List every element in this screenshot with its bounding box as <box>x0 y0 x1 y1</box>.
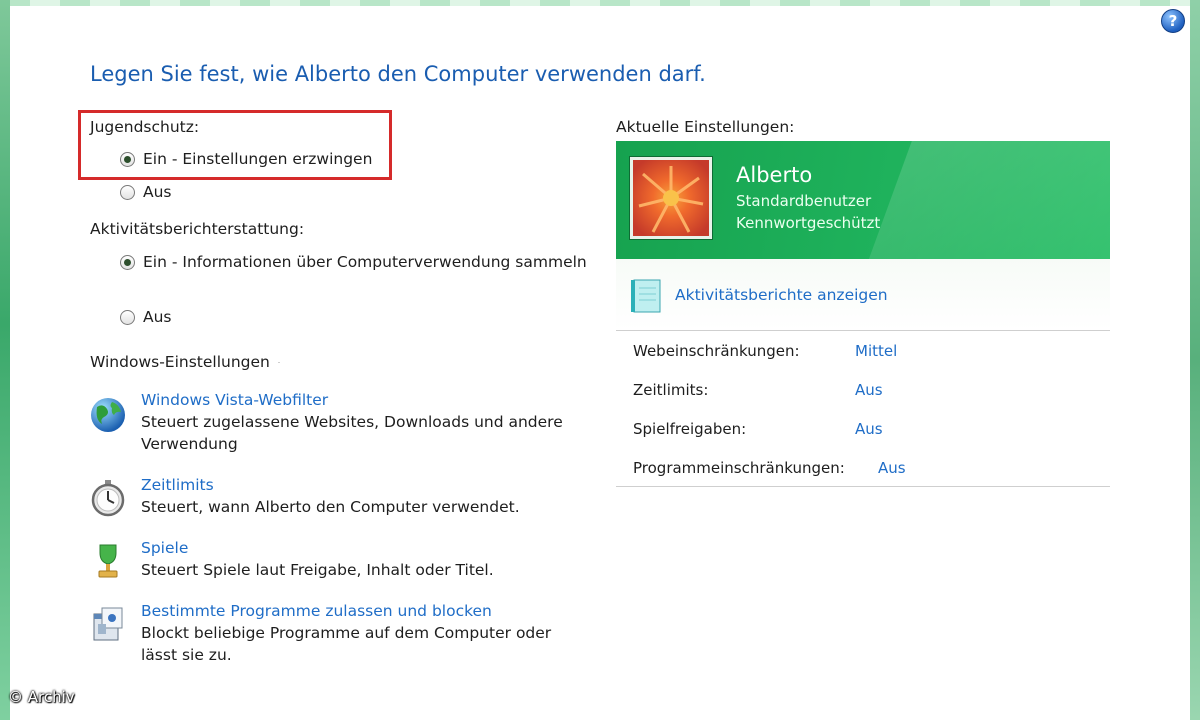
copyright-watermark: © Archiv <box>8 688 75 706</box>
view-activity-reports-link[interactable]: Aktivitätsberichte anzeigen <box>675 286 888 304</box>
program-restrictions-value-link[interactable]: Aus <box>878 459 906 477</box>
task-programs: Bestimmte Programme zulassen und blocken… <box>88 600 588 666</box>
task-webfilter: Windows Vista-Webfilter Steuert zugelass… <box>88 389 588 455</box>
user-account-type: Standardbenutzer <box>736 192 872 210</box>
stopwatch-icon <box>91 480 125 517</box>
report-notebook-icon <box>631 279 661 313</box>
setting-row-games: Spielfreigaben: Aus <box>616 409 1110 448</box>
current-settings-label: Aktuelle Einstellungen: <box>616 118 795 136</box>
help-icon[interactable]: ? <box>1161 9 1185 33</box>
game-ratings-value-link[interactable]: Aus <box>855 420 883 438</box>
radio-unchecked-icon[interactable] <box>120 184 135 200</box>
setting-key: Zeitlimits: <box>633 381 709 399</box>
programs-link[interactable]: Bestimmte Programme zulassen und blocken <box>141 600 588 622</box>
timelimits-link[interactable]: Zeitlimits <box>141 474 520 496</box>
webfilter-link[interactable]: Windows Vista-Webfilter <box>141 389 588 411</box>
radio-unchecked-icon[interactable] <box>120 309 135 325</box>
radio-label: Aus <box>143 183 172 201</box>
user-password-status: Kennwortgeschützt <box>736 214 881 232</box>
programs-description: Blockt beliebige Programme auf dem Compu… <box>141 624 552 664</box>
windows-settings-heading-text: Windows-Einstellungen <box>90 353 270 371</box>
window-frame-right <box>1190 0 1200 720</box>
web-restrictions-value-link[interactable]: Mittel <box>855 342 897 360</box>
activity-reports-row: Aktivitätsberichte anzeigen <box>616 259 1110 331</box>
activity-off-radio[interactable]: Aus <box>120 308 172 326</box>
highlight-frame <box>78 110 392 180</box>
time-limits-value-link[interactable]: Aus <box>855 381 883 399</box>
window-frame-left <box>0 0 10 720</box>
settings-divider <box>616 486 1110 487</box>
setting-key: Programmeinschränkungen: <box>633 459 845 477</box>
setting-key: Spielfreigaben: <box>633 420 747 438</box>
trophy-icon <box>98 544 118 578</box>
user-name: Alberto <box>736 163 813 187</box>
setting-key: Webeinschränkungen: <box>633 342 800 360</box>
radio-label: Aus <box>143 308 172 326</box>
task-games: Spiele Steuert Spiele laut Freigabe, Inh… <box>88 537 588 581</box>
user-card: Alberto Standardbenutzer Kennwortgeschüt… <box>616 141 1110 259</box>
setting-row-programs: Programmeinschränkungen: Aus <box>616 448 1110 487</box>
window-frame-top <box>0 0 1200 6</box>
setting-row-web: Webeinschränkungen: Mittel <box>616 331 1110 370</box>
card-sheen <box>846 141 1110 259</box>
games-link[interactable]: Spiele <box>141 537 494 559</box>
games-description: Steuert Spiele laut Freigabe, Inhalt ode… <box>141 561 494 579</box>
heading-divider <box>277 361 280 363</box>
radio-checked-icon[interactable] <box>120 254 135 270</box>
globe-icon <box>91 398 125 432</box>
radio-label: Ein - Informationen über Computerverwend… <box>143 253 587 271</box>
page-title: Legen Sie fest, wie Alberto den Computer… <box>90 62 706 86</box>
jugendschutz-off-radio[interactable]: Aus <box>120 183 172 201</box>
program-icon <box>93 607 123 641</box>
activity-reporting-label: Aktivitätsberichterstattung: <box>90 220 305 238</box>
setting-row-timelimits: Zeitlimits: Aus <box>616 370 1110 409</box>
avatar <box>630 157 712 239</box>
activity-on-radio[interactable]: Ein - Informationen über Computerverwend… <box>120 253 587 271</box>
task-timelimits: Zeitlimits Steuert, wann Alberto den Com… <box>88 474 588 518</box>
webfilter-description: Steuert zugelassene Websites, Downloads … <box>141 413 563 453</box>
timelimits-description: Steuert, wann Alberto den Computer verwe… <box>141 498 520 516</box>
windows-settings-heading: Windows-Einstellungen <box>90 353 280 371</box>
